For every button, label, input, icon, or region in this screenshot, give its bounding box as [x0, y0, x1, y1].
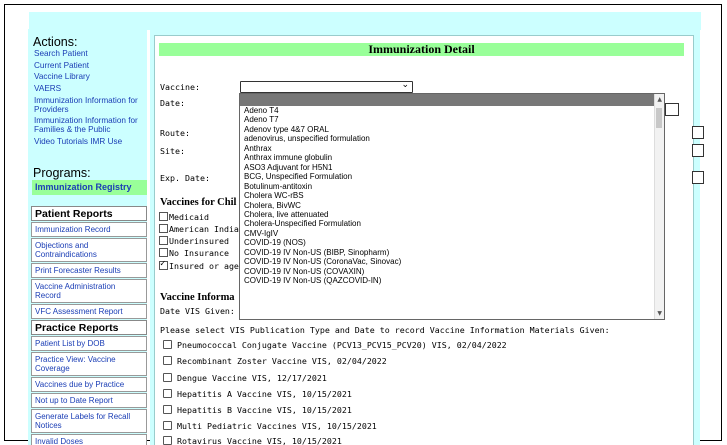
action-search-patient[interactable]: Search Patient: [34, 49, 146, 58]
dropdown-option[interactable]: COVID-19 IV Non-US (BIBP, Sinopharm): [240, 248, 664, 257]
dropdown-option[interactable]: Adenov type 4&7 ORAL: [240, 125, 664, 134]
dropdown-option[interactable]: Botulinum-antitoxin: [240, 182, 664, 191]
checkbox[interactable]: [163, 340, 172, 349]
vis-option[interactable]: Rotavirus Vaccine VIS, 10/15/2021: [163, 436, 342, 445]
practice-reports-header: Practice Reports: [31, 320, 147, 335]
dropdown-option[interactable]: Adeno T4: [240, 106, 664, 115]
vis-option[interactable]: Recombinant Zoster Vaccine VIS, 02/04/20…: [163, 356, 387, 366]
date-vis-given-label: Date VIS Given:: [160, 306, 235, 316]
dropdown-option[interactable]: COVID-19 (NOS): [240, 238, 664, 247]
program-immunization-registry[interactable]: Immunization Registry: [32, 180, 147, 195]
checkbox[interactable]: [163, 436, 172, 445]
checkbox[interactable]: [163, 373, 172, 382]
dropdown-option[interactable]: Anthrax immune globulin: [240, 153, 664, 162]
dropdown-option[interactable]: adenovirus, unspecified formulation: [240, 134, 664, 143]
route-label: Route:: [160, 128, 190, 138]
dropdown-option[interactable]: Cholera, BivWC: [240, 201, 664, 210]
nav-generate-labels[interactable]: Generate Labels for Recall Notices: [31, 409, 147, 433]
vaccine-dropdown-list[interactable]: Adeno T4 Adeno T7 Adenov type 4&7 ORAL a…: [239, 93, 665, 320]
dropdown-option[interactable]: CMV-IgIV: [240, 229, 664, 238]
scroll-up-icon[interactable]: ▲: [657, 96, 662, 103]
nav-vfc-assessment[interactable]: VFC Assessment Report: [31, 304, 147, 319]
reports-nav: Patient Reports Immunization Record Obje…: [31, 206, 147, 445]
date-input-edge[interactable]: [665, 103, 679, 116]
checkbox[interactable]: [163, 356, 172, 365]
vaccine-select[interactable]: ⌄: [240, 80, 413, 93]
top-banner: [29, 12, 701, 30]
action-current-patient[interactable]: Current Patient: [34, 61, 146, 70]
nav-not-up-to-date[interactable]: Not up to Date Report: [31, 393, 147, 408]
nav-vaccines-due[interactable]: Vaccines due by Practice: [31, 377, 147, 392]
action-video-tutorials[interactable]: Video Tutorials IMR Use: [34, 137, 146, 146]
vis-option[interactable]: Dengue Vaccine VIS, 12/17/2021: [163, 373, 327, 383]
programs-heading: Programs:: [33, 166, 91, 180]
vis-option[interactable]: Hepatitis A Vaccine VIS, 10/15/2021: [163, 389, 352, 399]
nav-print-forecaster[interactable]: Print Forecaster Results: [31, 263, 147, 278]
nav-vaccine-admin-record[interactable]: Vaccine Administration Record: [31, 279, 147, 303]
nav-invalid-doses[interactable]: Invalid Doses: [31, 434, 147, 445]
dropdown-option[interactable]: Adeno T7: [240, 115, 664, 124]
vis-option[interactable]: Multi Pediatric Vaccines VIS, 10/15/2021: [163, 421, 377, 431]
vis-option[interactable]: Hepatitis B Vaccine VIS, 10/15/2021: [163, 405, 352, 415]
dropdown-option[interactable]: Cholera, live attenuated: [240, 210, 664, 219]
dropdown-option[interactable]: COVID-19 IV Non-US (QAZCOVID-IN): [240, 276, 664, 285]
eligibility-no-insurance[interactable]: No Insurance: [159, 248, 229, 258]
scrollbar-thumb[interactable]: [656, 108, 662, 128]
actions-heading: Actions:: [33, 35, 78, 49]
dropdown-option[interactable]: Cholera-Unspecified Formulation: [240, 219, 664, 228]
checkbox[interactable]: [159, 248, 168, 257]
action-vaers[interactable]: VAERS: [34, 84, 146, 93]
site-select-edge[interactable]: [692, 144, 704, 157]
checkbox[interactable]: [163, 421, 172, 430]
dropdown-option[interactable]: ASO3 Adjuvant for H5N1: [240, 163, 664, 172]
eligibility-medicaid[interactable]: Medicaid: [159, 212, 209, 222]
dropdown-option[interactable]: BCG, Unspecified Formulation: [240, 172, 664, 181]
chevron-down-icon: ⌄: [401, 80, 409, 90]
checkbox[interactable]: [163, 389, 172, 398]
eligibility-american-indian[interactable]: American Indian: [159, 224, 244, 234]
route-input-edge[interactable]: [692, 126, 704, 139]
checkbox[interactable]: [159, 236, 168, 245]
exp-date-input-edge[interactable]: [692, 171, 704, 184]
date-label: Date:: [160, 98, 185, 108]
vaccine-label: Vaccine:: [160, 82, 200, 92]
vis-option[interactable]: Pneumococcal Conjugate Vaccine (PCV13_PC…: [163, 340, 507, 350]
vaccine-information-label: Vaccine Informa: [160, 292, 235, 303]
dropdown-option[interactable]: COVID-19 IV Non-US (COVAXIN): [240, 267, 664, 276]
eligibility-insured[interactable]: Insured or age: [159, 259, 239, 271]
actions-list: Search Patient Current Patient Vaccine L…: [34, 49, 146, 149]
nav-patient-list-dob[interactable]: Patient List by DOB: [31, 336, 147, 351]
nav-immunization-record[interactable]: Immunization Record: [31, 222, 147, 237]
patient-reports-header: Patient Reports: [31, 206, 147, 221]
vis-prompt: Please select VIS Publication Type and D…: [160, 325, 610, 335]
dropdown-option[interactable]: Anthrax: [240, 144, 664, 153]
dropdown-option[interactable]: COVID-19 IV Non-US (CoronaVac, Sinovac): [240, 257, 664, 266]
checkbox[interactable]: [159, 212, 168, 221]
action-vaccine-library[interactable]: Vaccine Library: [34, 72, 146, 81]
eligibility-underinsured[interactable]: Underinsured: [159, 236, 229, 246]
dropdown-scrollbar[interactable]: ▲ ▼: [654, 94, 664, 319]
nav-practice-view-coverage[interactable]: Practice View: Vaccine Coverage: [31, 352, 147, 376]
site-label: Site:: [160, 146, 185, 156]
exp-date-label: Exp. Date:: [160, 173, 210, 183]
dropdown-selected-option[interactable]: [240, 94, 664, 106]
vaccines-for-children-label: Vaccines for Chil: [160, 197, 237, 208]
checkbox-checked[interactable]: [159, 259, 168, 270]
nav-objections[interactable]: Objections and Contraindications: [31, 238, 147, 262]
checkbox[interactable]: [159, 224, 168, 233]
action-info-providers[interactable]: Immunization Information for Providers: [34, 96, 146, 114]
checkbox[interactable]: [163, 405, 172, 414]
scroll-down-icon[interactable]: ▼: [657, 310, 662, 317]
dropdown-option[interactable]: Cholera WC-rBS: [240, 191, 664, 200]
page-title: Immunization Detail: [159, 43, 684, 56]
action-info-families[interactable]: Immunization Information for Families & …: [34, 116, 146, 134]
